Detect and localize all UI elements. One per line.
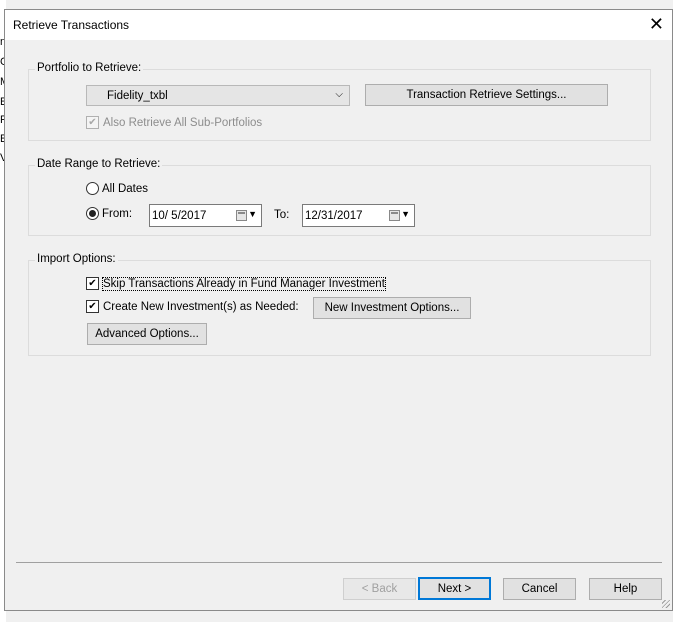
date-range-legend: Date Range to Retrieve:: [35, 158, 163, 170]
help-button[interactable]: Help: [589, 578, 662, 600]
portfolio-legend: Portfolio to Retrieve:: [35, 62, 144, 74]
footer-separator: [16, 562, 662, 563]
new-investment-options-button[interactable]: New Investment Options...: [313, 297, 471, 319]
calendar-icon[interactable]: [236, 210, 247, 221]
skip-transactions-checkbox[interactable]: ✔ Skip Transactions Already in Fund Mana…: [86, 276, 386, 291]
checkmark-icon: ✔: [86, 116, 99, 129]
to-date-value: 12/31/2017: [305, 209, 363, 222]
sub-portfolios-label: Also Retrieve All Sub-Portfolios: [103, 116, 263, 129]
chevron-down-icon: ⌵: [335, 89, 343, 100]
title-bar[interactable]: Retrieve Transactions ✕: [5, 10, 672, 40]
dropdown-arrow-icon[interactable]: ▼: [248, 209, 257, 219]
sub-portfolios-checkbox[interactable]: ✔ Also Retrieve All Sub-Portfolios: [86, 116, 262, 129]
date-range-group: Date Range to Retrieve: All Dates From: …: [28, 158, 651, 236]
portfolio-group: Portfolio to Retrieve: Fidelity_txbl ⌵ T…: [28, 62, 651, 141]
retrieve-transactions-dialog: Retrieve Transactions ✕ Portfolio to Ret…: [4, 9, 673, 611]
calendar-icon[interactable]: [389, 210, 400, 221]
resize-grip-icon[interactable]: [662, 600, 670, 608]
checkmark-icon: ✔: [86, 277, 99, 290]
checkmark-icon: ✔: [86, 300, 99, 313]
skip-transactions-label: Skip Transactions Already in Fund Manage…: [102, 276, 386, 291]
to-date-picker[interactable]: 12/31/2017 ▼: [302, 204, 415, 227]
portfolio-selected-value: Fidelity_txbl: [107, 89, 168, 102]
advanced-options-button[interactable]: Advanced Options...: [87, 323, 207, 345]
dialog-title: Retrieve Transactions: [13, 18, 130, 32]
transaction-retrieve-settings-button[interactable]: Transaction Retrieve Settings...: [365, 84, 608, 106]
from-date-value: 10/ 5/2017: [152, 209, 207, 222]
radio-empty-icon: [86, 182, 99, 195]
from-label: From:: [102, 207, 133, 220]
back-button[interactable]: < Back: [343, 578, 416, 600]
dropdown-arrow-icon[interactable]: ▼: [401, 209, 410, 219]
portfolio-select[interactable]: Fidelity_txbl ⌵: [86, 85, 350, 106]
import-options-group: Import Options: ✔ Skip Transactions Alre…: [28, 253, 651, 356]
next-button[interactable]: Next >: [418, 577, 491, 600]
close-icon[interactable]: ✕: [649, 14, 664, 34]
radio-selected-icon: [86, 207, 99, 220]
all-dates-radio[interactable]: All Dates: [86, 182, 148, 195]
create-investments-label: Create New Investment(s) as Needed:: [103, 300, 299, 313]
from-radio[interactable]: From:: [86, 207, 132, 220]
from-date-picker[interactable]: 10/ 5/2017 ▼: [149, 204, 262, 227]
to-label: To:: [274, 209, 290, 221]
all-dates-label: All Dates: [102, 182, 149, 195]
import-options-legend: Import Options:: [35, 253, 118, 265]
create-investments-checkbox[interactable]: ✔ Create New Investment(s) as Needed:: [86, 300, 299, 313]
cancel-button[interactable]: Cancel: [503, 578, 576, 600]
